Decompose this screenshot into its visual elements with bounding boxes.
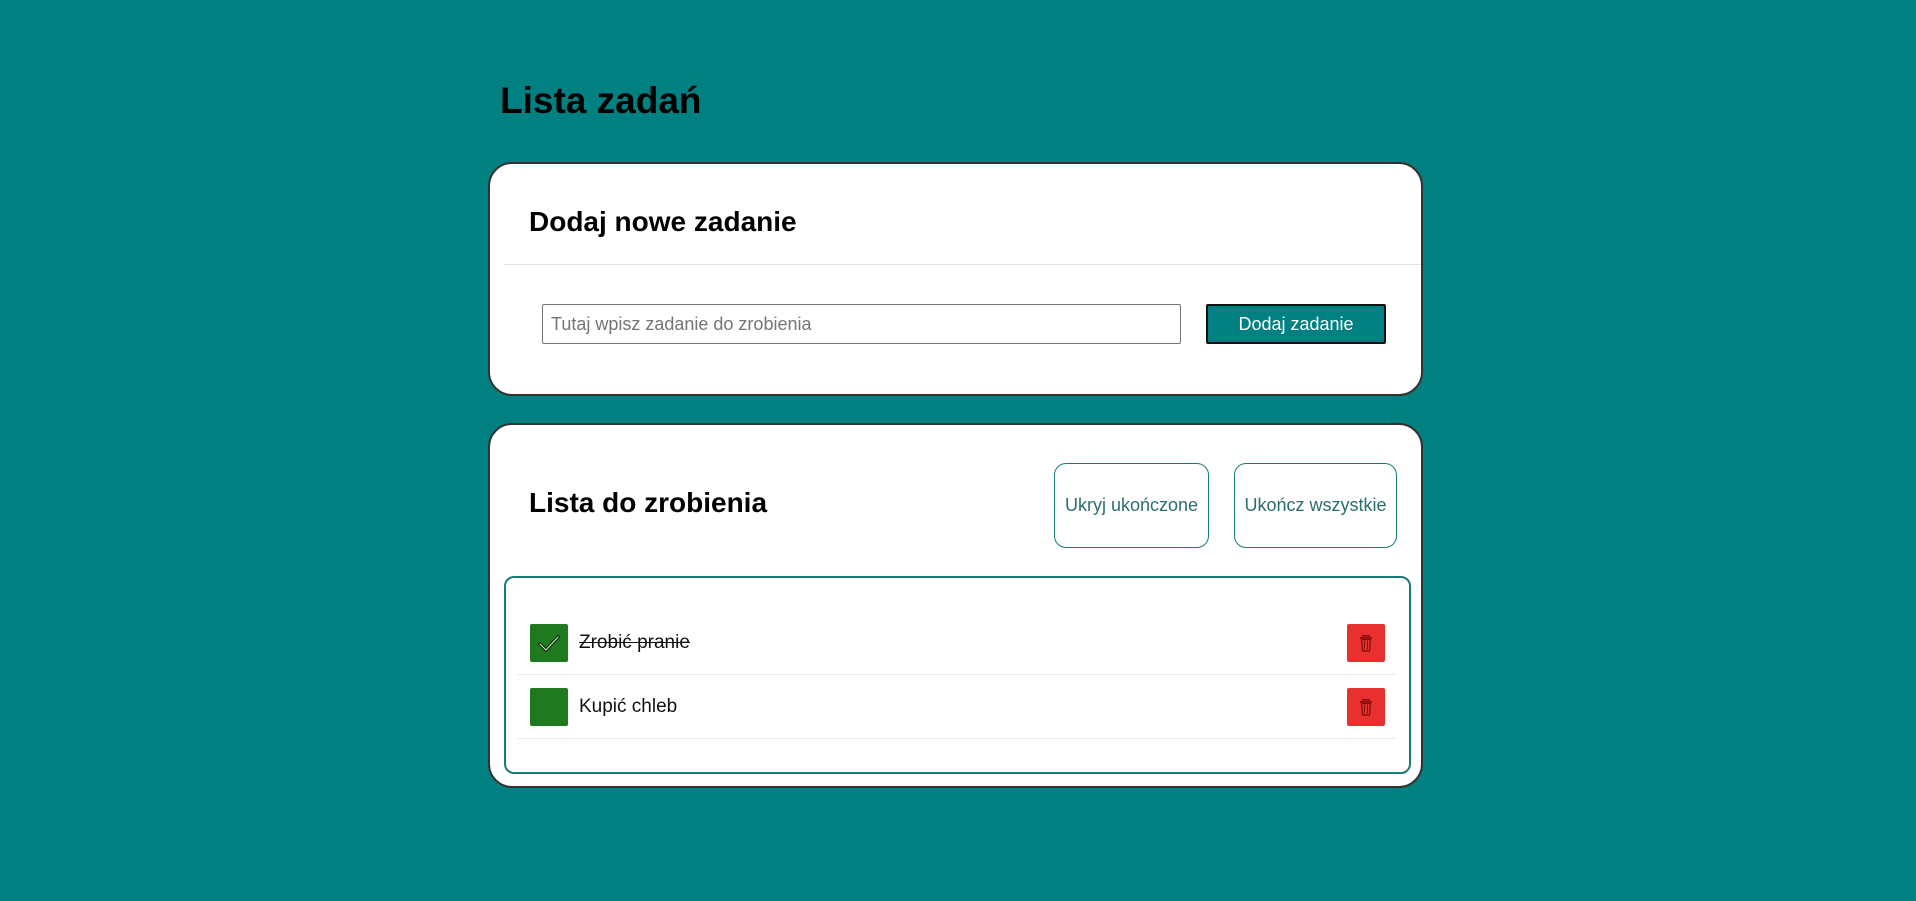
check-icon — [538, 635, 560, 652]
add-task-card: Dodaj nowe zadanie Dodaj zadanie — [488, 162, 1423, 396]
trash-icon — [1360, 635, 1372, 652]
add-task-divider — [504, 264, 1421, 265]
delete-task-button[interactable] — [1347, 624, 1385, 662]
task-item: Kupić chleb — [518, 675, 1397, 739]
task-item: Zrobić pranie — [518, 611, 1397, 675]
page-title: Lista zadań — [500, 80, 702, 121]
hide-completed-button[interactable]: Ukryj ukończone — [1054, 463, 1209, 548]
task-checkbox[interactable] — [530, 624, 568, 662]
todo-list-card: Lista do zrobienia Ukryj ukończone Ukońc… — [488, 423, 1423, 788]
task-list: Zrobić pranie Kupić chleb — [504, 576, 1411, 774]
add-task-heading: Dodaj nowe zadanie — [529, 206, 797, 237]
task-input[interactable] — [542, 304, 1181, 344]
delete-task-button[interactable] — [1347, 688, 1385, 726]
complete-all-button[interactable]: Ukończ wszystkie — [1234, 463, 1397, 548]
todo-list-heading: Lista do zrobienia — [529, 487, 768, 518]
add-task-button[interactable]: Dodaj zadanie — [1206, 304, 1386, 344]
trash-icon — [1360, 699, 1372, 716]
task-checkbox[interactable] — [530, 688, 568, 726]
task-text: Kupić chleb — [579, 696, 678, 717]
task-text: Zrobić pranie — [579, 632, 690, 653]
